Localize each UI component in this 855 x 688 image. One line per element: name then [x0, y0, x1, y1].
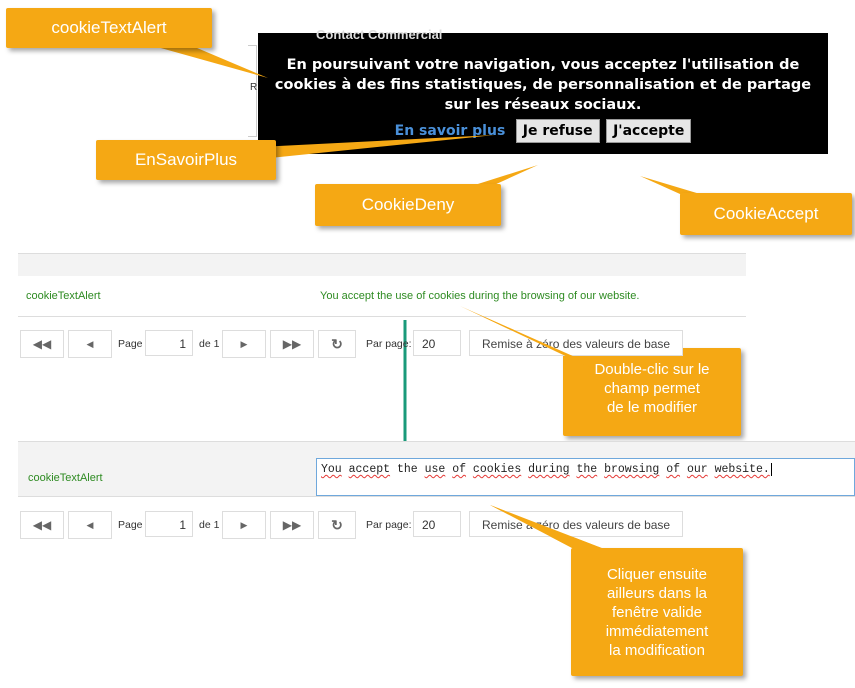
refresh-icon[interactable]: ↻: [318, 330, 356, 358]
edit-word: cookies: [472, 463, 522, 476]
callout-cliquer-line: la modification: [609, 642, 705, 659]
edit-word: of: [452, 463, 467, 476]
edit-word: use: [424, 463, 446, 476]
per-page-input[interactable]: 20: [413, 330, 461, 356]
edit-word: of: [666, 463, 681, 476]
en-savoir-plus-link[interactable]: En savoir plus: [395, 123, 506, 139]
page-of-label: de 1: [199, 338, 220, 350]
cookie-deny-button[interactable]: Je refuse: [515, 119, 600, 143]
edit-word: accept: [348, 463, 391, 476]
pager-2: ◀◀ ◀ Page 1 de 1 ▶ ▶▶ ↻ Par page: 20 Rem…: [20, 511, 700, 539]
cookie-accept-button[interactable]: J'accepte: [606, 119, 692, 143]
callout-cliquer-line: Cliquer ensuite: [606, 566, 708, 583]
grid1-key-cell: cookieTextAlert: [26, 290, 101, 302]
page-label: Page: [118, 338, 143, 350]
callout-double-clic: Double-clic sur le champ permet de le mo…: [563, 348, 741, 436]
callout-cookieaccept: CookieAccept: [680, 193, 852, 235]
edit-field-text: You accept the use of cookies during the…: [321, 463, 770, 476]
callout-cliquer-line: ailleurs dans la: [606, 585, 708, 602]
first-page-button[interactable]: ◀◀: [20, 511, 64, 539]
callout-double-clic-line: Double-clic sur le: [594, 361, 710, 378]
last-page-button[interactable]: ▶▶: [270, 511, 314, 539]
prev-page-button[interactable]: ◀: [68, 511, 112, 539]
next-page-button[interactable]: ▶: [222, 511, 266, 539]
per-page-label: Par page:: [366, 338, 412, 350]
reset-defaults-button[interactable]: Remise à zéro des valeurs de base: [469, 511, 683, 537]
edit-word: our: [686, 463, 708, 476]
callout-double-clic-line: de le modifier: [606, 399, 698, 416]
grid1-value-cell[interactable]: You accept the use of cookies during the…: [320, 290, 639, 302]
next-page-button[interactable]: ▶: [222, 330, 266, 358]
background-pane-letter: R: [250, 82, 258, 93]
text-cursor: ​: [770, 463, 772, 476]
edit-word: You: [321, 463, 342, 476]
page-of-label: de 1: [199, 519, 220, 531]
edit-word: website.: [714, 463, 770, 476]
cookie-text-edit-field[interactable]: You accept the use of cookies during the…: [316, 458, 855, 496]
per-page-label: Par page:: [366, 519, 412, 531]
refresh-icon[interactable]: ↻: [318, 511, 356, 539]
page-label: Page: [118, 519, 143, 531]
cookie-actions: En savoir plus Je refuse J'accepte: [258, 119, 828, 143]
edit-word: the: [576, 463, 598, 476]
callout-ensavoirplus: EnSavoirPlus: [96, 140, 276, 180]
grid1-row[interactable]: cookieTextAlert You accept the use of co…: [18, 276, 746, 317]
grid1-header-row: [18, 253, 746, 277]
last-page-button[interactable]: ▶▶: [270, 330, 314, 358]
page-input[interactable]: 1: [145, 511, 193, 537]
prev-page-button[interactable]: ◀: [68, 330, 112, 358]
callout-cliquer-line: fenêtre valide: [611, 604, 703, 621]
first-page-button[interactable]: ◀◀: [20, 330, 64, 358]
grid2-key-cell: cookieTextAlert: [28, 472, 103, 484]
cookie-banner: Contact Commercial En poursuivant votre …: [258, 27, 828, 154]
edit-word: during: [528, 463, 570, 476]
callout-double-clic-line: champ permet: [604, 380, 700, 397]
edit-word: the: [396, 463, 418, 476]
callout-cliquer-ensuite: Cliquer ensuite ailleurs dans la fenêtre…: [571, 548, 743, 676]
edit-word: browsing: [604, 463, 660, 476]
pager-1: ◀◀ ◀ Page 1 de 1 ▶ ▶▶ ↻ Par page: 20 Rem…: [20, 330, 700, 358]
grid2-header-row: [18, 441, 855, 459]
per-page-input[interactable]: 20: [413, 511, 461, 537]
callout-cookiedeny: CookieDeny: [315, 184, 501, 226]
callout-cookietextalert: cookieTextAlert: [6, 8, 212, 48]
page-input[interactable]: 1: [145, 330, 193, 356]
cookie-text-alert: En poursuivant votre navigation, vous ac…: [274, 57, 812, 113]
callout-cliquer-line: immédiatement: [605, 623, 709, 640]
banner-header-text: Contact Commercial: [316, 27, 443, 42]
reset-defaults-button[interactable]: Remise à zéro des valeurs de base: [469, 330, 683, 356]
